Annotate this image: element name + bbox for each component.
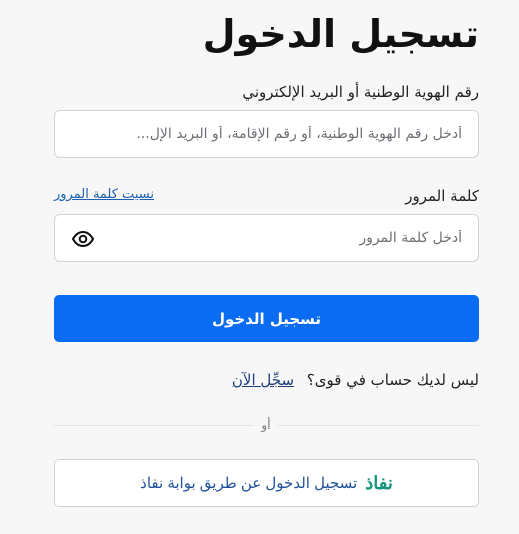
id-input[interactable]	[55, 111, 478, 157]
nafath-login-button[interactable]: نفاذ تسجيل الدخول عن طريق بوابة نفاذ	[54, 459, 479, 507]
nafath-button-label: تسجيل الدخول عن طريق بوابة نفاذ	[140, 475, 358, 492]
password-input[interactable]	[55, 215, 478, 261]
login-button[interactable]: تسجيل الدخول	[54, 295, 479, 342]
signup-link[interactable]: سجِّل الآن	[232, 371, 294, 389]
id-field-label: رقم الهوية الوطنية أو البريد الإلكتروني	[242, 83, 479, 101]
divider-or-text: أو	[254, 416, 278, 434]
password-field-label: كلمة المرور	[405, 187, 479, 205]
nafath-logo: نفاذ	[365, 472, 393, 493]
forgot-password-link[interactable]: نسيت كلمة المرور	[54, 186, 154, 204]
eye-icon[interactable]	[71, 228, 95, 250]
login-page: تسجيل الدخول رقم الهوية الوطنية أو البري…	[0, 0, 519, 534]
password-field-container	[54, 214, 479, 262]
id-field-container	[54, 110, 479, 158]
signup-prompt: ليس لديك حساب في قوى؟	[306, 371, 479, 389]
signup-row: ليس لديك حساب في قوى؟ سجِّل الآن	[232, 369, 479, 391]
page-title: تسجيل الدخول	[202, 12, 479, 56]
